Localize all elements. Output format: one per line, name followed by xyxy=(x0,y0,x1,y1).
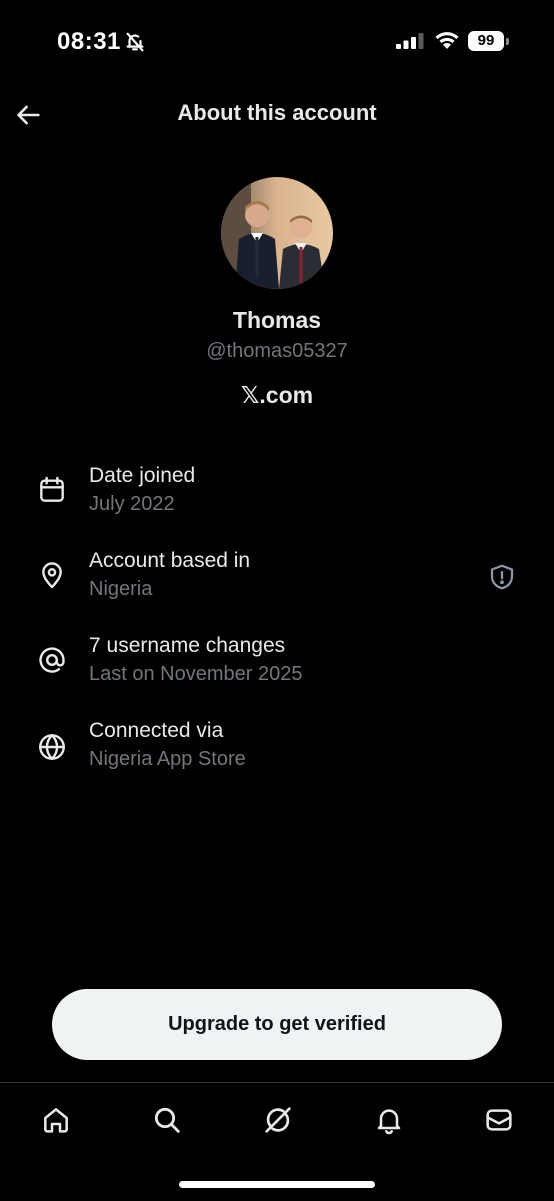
location-pin-icon xyxy=(36,559,68,591)
calendar-icon xyxy=(36,474,68,506)
globe-icon xyxy=(36,731,68,763)
home-icon xyxy=(44,1108,68,1133)
info-subtitle: July 2022 xyxy=(89,493,175,515)
shield-alert-icon xyxy=(490,564,514,590)
status-bar: 08:31 99 xyxy=(0,0,554,84)
at-sign-icon xyxy=(36,644,68,676)
search-icon xyxy=(154,1107,180,1133)
display-name: Thomas xyxy=(232,307,322,333)
info-title: Connected via xyxy=(89,719,224,742)
wifi-icon xyxy=(434,30,460,55)
nav-home[interactable] xyxy=(36,1100,76,1140)
nav-messages[interactable] xyxy=(479,1100,519,1140)
info-title: Date joined xyxy=(89,464,196,487)
upgrade-button[interactable]: Upgrade to get verified xyxy=(52,989,502,1060)
shield-alert-button[interactable] xyxy=(484,559,520,595)
nav-search[interactable] xyxy=(147,1100,187,1140)
battery-nub xyxy=(506,38,509,45)
info-item-date-joined: Date joined July 2022 xyxy=(0,462,554,532)
info-item-username-changes: 7 username changes Last on November 2025 xyxy=(0,632,554,702)
bell-off-icon xyxy=(124,31,146,58)
info-item-account-location: Account based in Nigeria xyxy=(0,547,554,617)
home-indicator xyxy=(179,1181,375,1188)
info-subtitle: Nigeria xyxy=(89,578,153,600)
platform-label: 𝕏.com xyxy=(240,382,314,408)
info-subtitle: Nigeria App Store xyxy=(89,748,246,770)
notifications-icon xyxy=(377,1109,401,1135)
info-title: 7 username changes xyxy=(89,634,286,657)
avatar[interactable] xyxy=(221,177,333,289)
info-title: Account based in xyxy=(89,549,251,572)
handle: @thomas05327 xyxy=(206,340,348,362)
battery-icon: 99 xyxy=(468,31,504,51)
nav-grok[interactable] xyxy=(258,1100,298,1140)
page-title: About this account xyxy=(177,100,377,125)
signal-icon xyxy=(396,33,424,54)
messages-icon xyxy=(486,1109,512,1131)
grok-icon xyxy=(265,1107,291,1133)
nav-notifications[interactable] xyxy=(369,1100,409,1140)
info-item-connected-via: Connected via Nigeria App Store xyxy=(0,717,554,787)
status-time: 08:31 xyxy=(57,28,121,55)
info-subtitle: Last on November 2025 xyxy=(89,663,303,685)
